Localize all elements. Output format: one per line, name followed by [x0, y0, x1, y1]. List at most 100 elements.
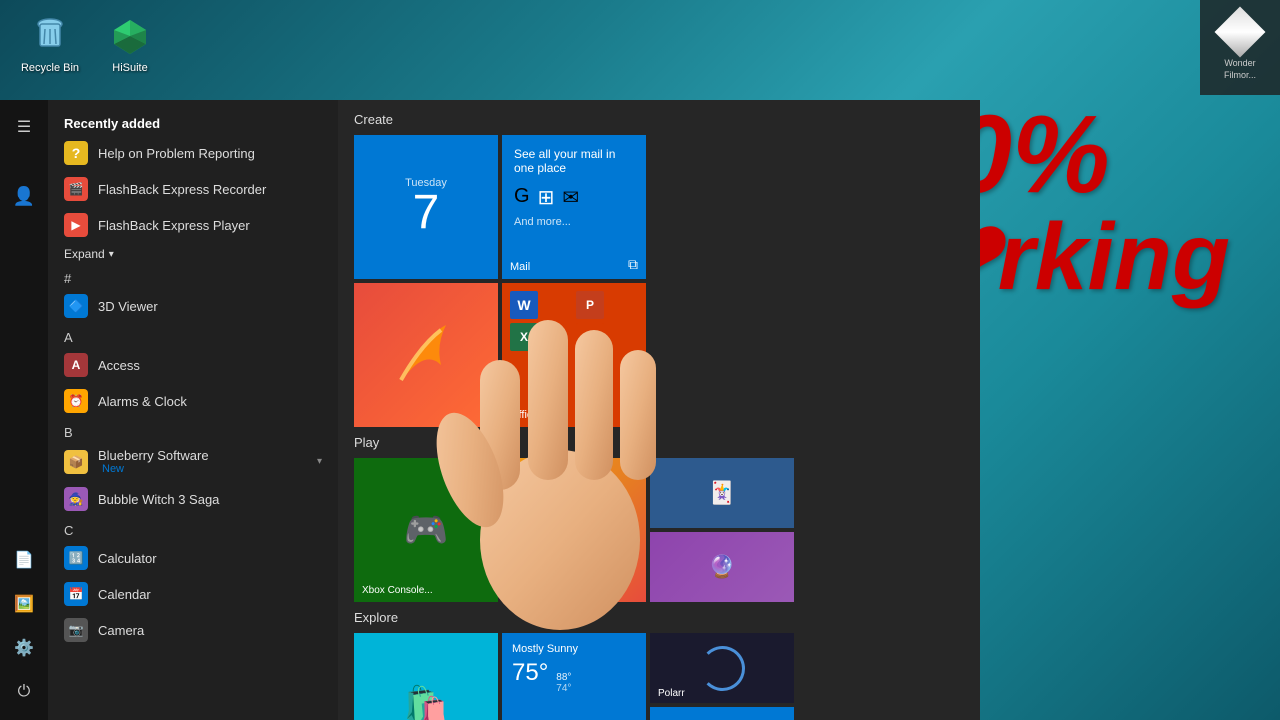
expand-chevron-icon: ▾	[109, 249, 114, 260]
xbox-label: Xbox Console...	[362, 585, 433, 596]
app-item-access[interactable]: A Access	[48, 347, 338, 383]
tile-office[interactable]: W P X + Office	[502, 283, 646, 427]
flashback-recorder-label: FlashBack Express Recorder	[98, 182, 266, 197]
app-item-3d-viewer[interactable]: 🔷 3D Viewer	[48, 288, 338, 324]
create-tiles-row: Tuesday 7 See all your mail in one place…	[354, 135, 964, 279]
explore-right-col: Polarr Start	[650, 633, 794, 720]
mail-and-more: And more...	[514, 216, 571, 228]
polarr-label: Polarr	[658, 688, 685, 699]
blueberry-label: Blueberry Software	[98, 448, 209, 463]
play-section-label: Play	[354, 435, 964, 450]
blueberry-icon: 📦	[64, 450, 88, 474]
google-icon: G	[514, 185, 530, 210]
word-icon: W	[510, 291, 538, 319]
desktop-icon-hisuite[interactable]: HiSuite	[90, 8, 170, 78]
recycle-bin-label: Recycle Bin	[21, 62, 79, 74]
play-right-col: 🃏 🔮	[650, 458, 794, 602]
app-item-flashback-recorder[interactable]: 🎬 FlashBack Express Recorder	[48, 171, 338, 207]
expand-label: Expand	[64, 247, 105, 261]
mail-label: Mail	[510, 261, 530, 273]
help-icon: ?	[64, 141, 88, 165]
tile-store[interactable]: 🛍️ Microsoft Store	[354, 633, 498, 720]
app-item-alarms[interactable]: ⏰ Alarms & Clock	[48, 383, 338, 419]
power-icon[interactable]: ⏻	[4, 672, 44, 712]
play-tiles-row: 🎮 Xbox Console... 🍬Friends 🃏 🔮	[354, 458, 964, 602]
3d-viewer-label: 3D Viewer	[98, 299, 158, 314]
bubble-witch-play-graphic: 🔮	[708, 554, 735, 580]
flashback-recorder-icon: 🎬	[64, 177, 88, 201]
tile-weather[interactable]: Mostly Sunny 75° 88° 74° Saint-Denis	[502, 633, 646, 720]
outlook-icon: ⊞	[538, 185, 555, 210]
app-item-camera[interactable]: 📷 Camera	[48, 612, 338, 648]
mail-expand-icon: ⧉	[628, 256, 638, 273]
expand-button[interactable]: Expand ▾	[48, 243, 338, 265]
tile-polarr[interactable]: Polarr	[650, 633, 794, 703]
explore-row1: 🛍️ Microsoft Store Mostly Sunny 75° 88° …	[354, 633, 964, 720]
polarr-circle-icon	[700, 646, 745, 691]
documents-icon[interactable]: 📄	[4, 540, 44, 580]
calendar-icon: 📅	[64, 582, 88, 606]
tile-start[interactable]: Start	[650, 707, 794, 720]
weather-low: 74°	[556, 683, 571, 694]
powerpoint-icon: P	[576, 291, 604, 319]
access-label: Access	[98, 358, 140, 373]
a-label: A	[48, 324, 338, 347]
excel-icon: X	[510, 323, 538, 351]
store-bag-icon: 🛍️	[404, 684, 449, 720]
tile-calendar[interactable]: Tuesday 7	[354, 135, 498, 279]
app-list: Recently added ? Help on Problem Reporti…	[48, 100, 338, 720]
tile-mail[interactable]: See all your mail in one place G ⊞ ✉ And…	[502, 135, 646, 279]
camera-label: Camera	[98, 623, 144, 638]
create-section-label: Create	[354, 112, 964, 127]
recently-added-label: Recently added	[48, 108, 338, 135]
app-item-calculator[interactable]: 🔢 Calculator	[48, 540, 338, 576]
c-label: C	[48, 517, 338, 540]
user-avatar[interactable]: 👤	[4, 176, 44, 216]
tile-solitaire[interactable]: 🃏	[650, 458, 794, 528]
weather-temps: 75° 88° 74°	[512, 659, 571, 694]
desktop: Recycle Bin HiSuite WonderFilmor... 100%…	[0, 0, 1280, 720]
settings-icon[interactable]: ⚙️	[4, 628, 44, 668]
recycle-bin-icon	[26, 12, 74, 60]
calculator-icon: 🔢	[64, 546, 88, 570]
desktop-icon-recycle-bin[interactable]: Recycle Bin	[10, 8, 90, 78]
weather-temp: 75°	[512, 659, 548, 687]
flashback-player-label: FlashBack Express Player	[98, 218, 250, 233]
tile-candy-friends[interactable]: 🍬Friends	[502, 458, 646, 602]
office-tiles-row: W P X + Office	[354, 283, 964, 427]
tile-xbox[interactable]: 🎮 Xbox Console...	[354, 458, 498, 602]
tile-bubble-play[interactable]: 🔮	[650, 532, 794, 602]
photos-icon[interactable]: 🖼️	[4, 584, 44, 624]
candy-friends-graphic: 🍬Friends	[527, 498, 620, 563]
hamburger-menu-button[interactable]: ☰	[4, 108, 44, 148]
app-item-calendar[interactable]: 📅 Calendar	[48, 576, 338, 612]
calculator-label: Calculator	[98, 551, 157, 566]
weather-condition: Mostly Sunny	[512, 643, 578, 655]
scratch-graphic	[386, 315, 466, 395]
office-label: Office	[510, 409, 539, 421]
filmora-label: WonderFilmor...	[1224, 58, 1256, 81]
b-label: B	[48, 419, 338, 442]
solitaire-graphic: 🃏	[708, 480, 735, 506]
mail-title: See all your mail in one place	[514, 147, 634, 175]
tiles-area: Create Tuesday 7 See all your mail in on…	[338, 100, 980, 720]
hash-label: #	[48, 265, 338, 288]
calendar-label: Calendar	[98, 587, 151, 602]
tile-scratch[interactable]	[354, 283, 498, 427]
start-menu: ☰ 👤 📄 🖼️ ⚙️ ⏻	[0, 100, 980, 720]
blueberry-expand-icon: ▾	[317, 456, 322, 467]
blueberry-label-block: Blueberry Software New	[98, 448, 209, 475]
sidebar-narrow: ☰ 👤 📄 🖼️ ⚙️ ⏻	[0, 100, 48, 720]
camera-icon: 📷	[64, 618, 88, 642]
app-item-flashback-player[interactable]: ▶ FlashBack Express Player	[48, 207, 338, 243]
flashback-player-icon: ▶	[64, 213, 88, 237]
app-item-blueberry[interactable]: 📦 Blueberry Software New ▾	[48, 442, 338, 481]
office-icons-grid: W P X +	[510, 291, 638, 351]
app-item-bubble-witch[interactable]: 🧙 Bubble Witch 3 Saga	[48, 481, 338, 517]
app-item-help[interactable]: ? Help on Problem Reporting	[48, 135, 338, 171]
mail-envelope-icon: ✉	[562, 185, 579, 210]
alarms-icon: ⏰	[64, 389, 88, 413]
xbox-icon: 🎮	[404, 509, 449, 551]
help-label: Help on Problem Reporting	[98, 146, 255, 161]
hisuite-icon	[106, 12, 154, 60]
